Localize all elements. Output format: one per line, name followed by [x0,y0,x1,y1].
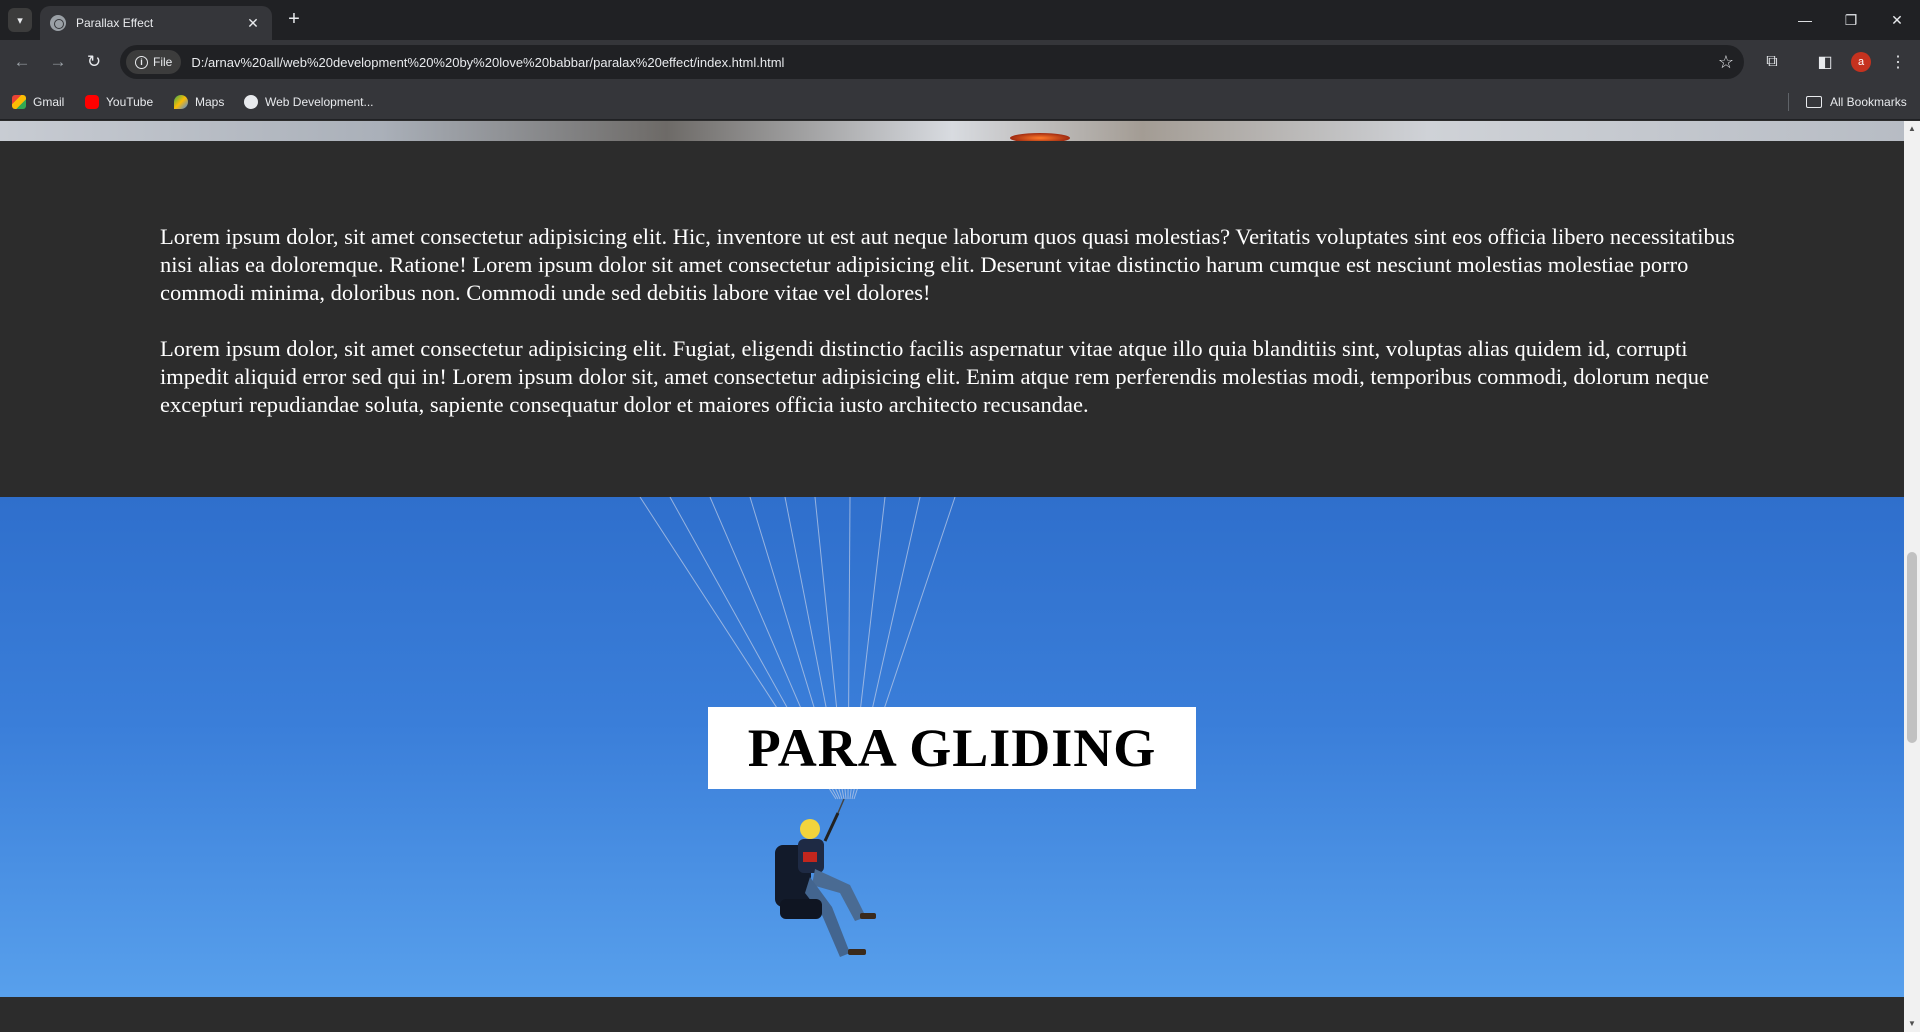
all-bookmarks-label: All Bookmarks [1830,95,1907,109]
reload-button[interactable]: ↻ [80,48,108,76]
gmail-icon [12,95,26,109]
restore-button[interactable]: ❐ [1828,0,1874,40]
reload-icon: ↻ [86,52,102,71]
bookmark-label: Gmail [33,95,65,109]
page-scrollbar[interactable]: ▲ ▼ [1904,121,1920,1032]
tab-strip: ▾ Parallax Effect ✕ + — ❐ ✕ [0,0,1920,40]
paragraph-1: Lorem ipsum dolor, sit amet consectetur … [160,224,1735,305]
url-text[interactable]: D:/arnav%20all/web%20development%20%20by… [191,55,1708,70]
minimize-button[interactable]: — [1782,0,1828,40]
scroll-down-arrow-icon[interactable]: ▼ [1908,1020,1916,1028]
paragliding-section: PARA GLIDING [0,497,1904,997]
maps-icon [174,95,188,109]
minimize-icon: — [1798,12,1812,28]
page-viewport: Lorem ipsum dolor, sit amet consectetur … [0,121,1904,1032]
section-heading-box: PARA GLIDING [708,707,1196,789]
restore-icon: ❐ [1844,11,1858,28]
tab-title: Parallax Effect [76,16,154,30]
menu-button[interactable]: ⋮ [1886,50,1910,74]
globe-icon [50,15,66,31]
youtube-icon [85,95,99,109]
bookmarks-divider [1788,93,1789,111]
close-window-button[interactable]: ✕ [1874,0,1920,40]
bookmarks-bar: Gmail YouTube Maps Web Development... Al… [0,84,1920,120]
profile-avatar[interactable]: a [1851,52,1871,72]
all-bookmarks-button[interactable]: All Bookmarks [1806,92,1907,112]
pilot [775,798,876,957]
bookmark-maps[interactable]: Maps [174,92,224,112]
parallax-image-top [0,121,1904,143]
site-info-label: File [153,55,173,69]
bookmark-label: Web Development... [265,95,374,109]
address-bar[interactable]: i File D:/arnav%20all/web%20development%… [120,45,1744,79]
bookmark-label: Maps [195,95,225,109]
next-text-section [0,997,1904,1032]
tab-parallax-effect[interactable]: Parallax Effect ✕ [40,6,272,40]
star-icon: ☆ [1717,51,1735,72]
puzzle-icon: ⧉ [1766,53,1778,70]
bookmark-web-development[interactable]: Web Development... [244,92,374,112]
scrollbar-thumb[interactable] [1907,552,1917,743]
bookmark-label: YouTube [106,95,154,109]
info-icon: i [135,55,148,69]
close-icon: ✕ [1891,11,1903,28]
web-icon [244,95,258,109]
text-section: Lorem ipsum dolor, sit amet consectetur … [0,141,1904,497]
forward-button[interactable]: → [44,48,72,76]
paragraph-2: Lorem ipsum dolor, sit amet consectetur … [160,336,1710,417]
section-heading: PARA GLIDING [747,718,1157,778]
bookmark-star-button[interactable]: ☆ [1708,52,1744,73]
arrow-right-icon: → [49,52,67,71]
side-panel-button[interactable]: ◧ [1813,50,1837,74]
scroll-up-arrow-icon[interactable]: ▲ [1908,125,1916,133]
extensions-button[interactable]: ⧉ [1760,50,1784,74]
site-info-chip[interactable]: i File [126,50,182,74]
kebab-menu-icon: ⋮ [1890,54,1906,71]
tab-search-button[interactable]: ▾ [8,8,32,32]
close-tab-button[interactable]: ✕ [244,15,262,32]
bookmark-youtube[interactable]: YouTube [85,92,153,112]
new-tab-button[interactable]: + [282,8,306,32]
chevron-down-icon: ▾ [17,14,23,27]
back-button[interactable]: ← [8,48,36,76]
browser-toolbar: ← → ↻ i File D:/arnav%20all/web%20develo… [0,40,1920,84]
bookmark-gmail[interactable]: Gmail [12,92,64,112]
folder-icon [1806,96,1822,108]
arrow-left-icon: ← [13,52,31,71]
side-panel-icon: ◧ [1817,54,1833,71]
